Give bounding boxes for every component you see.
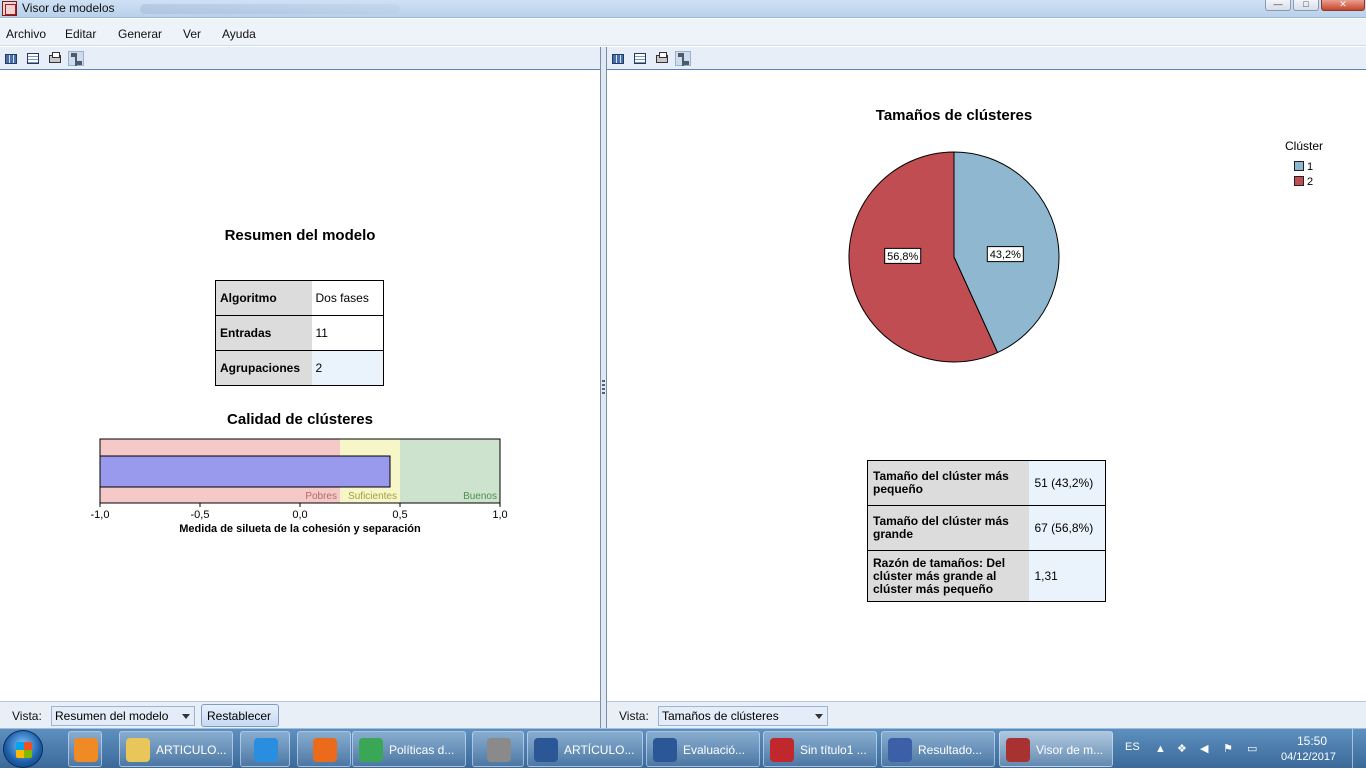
x-axis-label: Medida de silueta de la cohesión y separ…: [179, 523, 421, 535]
taskbar-button[interactable]: Políticas d...: [352, 731, 466, 767]
left-pane: Resumen del modelo Algoritmo Dos fases E…: [0, 47, 601, 728]
vista-select-value: Tamaños de clústeres: [662, 709, 779, 723]
sizes-key: Tamaño del clúster más grande: [867, 505, 1029, 551]
x-tick-label: 0,5: [392, 509, 407, 521]
maximize-button[interactable]: □: [1293, 0, 1319, 11]
taskbar-button[interactable]: [240, 731, 290, 767]
tray-expand-icon[interactable]: ▲: [1155, 743, 1167, 755]
vista-select-value: Resumen del modelo: [55, 709, 169, 723]
taskbar-button[interactable]: ARTICULO...: [119, 731, 233, 767]
vista-label: Vista:: [619, 709, 649, 723]
slice-label: 43,2%: [990, 249, 1021, 261]
sizes-value: 51 (43,2%): [1028, 460, 1106, 506]
sizes-value: 67 (56,8%): [1028, 505, 1106, 551]
blurred-title-text: [140, 4, 400, 14]
taskbar-button-label: Políticas d...: [389, 743, 455, 757]
clock-time[interactable]: 15:50: [1297, 734, 1327, 748]
volume-icon[interactable]: ◀: [1200, 743, 1212, 755]
clock-date[interactable]: 04/12/2017: [1281, 751, 1336, 763]
window-title: Visor de modelos: [22, 1, 115, 15]
vista-select[interactable]: Tamaños de clústeres: [658, 706, 828, 726]
sizes-key: Razón de tamaños: Del clúster más grande…: [867, 550, 1029, 602]
legend-item: 1: [1294, 161, 1313, 173]
spss-data-icon: [770, 738, 794, 762]
taskbar-button[interactable]: Resultado...: [881, 731, 995, 767]
reset-button[interactable]: Restablecer: [201, 704, 279, 727]
slice-label: 56,8%: [887, 251, 918, 263]
app-icon: [2, 1, 17, 16]
legend-label: 1: [1307, 161, 1314, 173]
quality-band-label: Suficientes: [348, 491, 397, 502]
vista-select[interactable]: Resumen del modelo: [51, 706, 195, 726]
show-desktop-button[interactable]: [1352, 729, 1366, 769]
chevron-down-icon: [182, 714, 190, 719]
sizes-table: Tamaño del clúster más pequeño 51 (43,2%…: [867, 460, 1106, 602]
menu-bar: Archivo Editar Generar Ver Ayuda: [0, 19, 1366, 46]
windows-logo-icon: [16, 742, 32, 758]
taskbar-button[interactable]: Visor de m...: [999, 731, 1113, 767]
taskbar-button-label: Evaluació...: [683, 743, 746, 757]
folder-icon: [126, 738, 150, 762]
start-button[interactable]: [3, 730, 43, 768]
taskbar: ARTICULO... Políticas d... ARTÍCULO... Eval…: [0, 728, 1366, 769]
sizes-value: 1,31: [1028, 550, 1106, 602]
legend-item: 2: [1294, 176, 1313, 188]
firefox-icon: [313, 738, 337, 762]
x-tick-label: -1,0: [91, 509, 110, 521]
internet-explorer-icon: [254, 738, 278, 762]
taskbar-button-label: Sin título1 ...: [800, 743, 867, 757]
menu-ver[interactable]: Ver: [183, 27, 201, 41]
taskbar-button-label: ARTICULO...: [156, 743, 227, 757]
network-icon[interactable]: ▭: [1247, 743, 1259, 755]
table-row: Tamaño del clúster más pequeño 51 (43,2%…: [867, 460, 1106, 506]
taskbar-button[interactable]: [297, 731, 351, 767]
close-button[interactable]: ✕: [1321, 0, 1365, 11]
x-tick-label: 1,0: [492, 509, 507, 521]
splitter-grip-icon[interactable]: [602, 380, 605, 394]
word-icon: [653, 738, 677, 762]
taskbar-button[interactable]: [68, 731, 102, 767]
quality-band-label: Buenos: [463, 491, 497, 502]
x-tick-label: -0,5: [191, 509, 210, 521]
flag-icon[interactable]: ⚑: [1223, 743, 1235, 755]
quality-band-label: Pobres: [305, 491, 337, 502]
menu-archivo[interactable]: Archivo: [6, 27, 46, 41]
taskbar-button-label: ARTÍCULO...: [564, 743, 635, 757]
menu-generar[interactable]: Generar: [118, 27, 162, 41]
minimize-button[interactable]: —: [1265, 0, 1291, 11]
right-bottom-bar: Vista: Tamaños de clústeres: [607, 701, 1366, 728]
model-viewer-icon: [1006, 738, 1030, 762]
table-row: Tamaño del clúster más grande 67 (56,8%): [867, 505, 1106, 551]
taskbar-button[interactable]: [472, 731, 524, 767]
cluster-sizes-pie: 43,2% 56,8%: [848, 151, 1060, 363]
spss-output-icon: [888, 738, 912, 762]
legend-swatch: [1294, 176, 1304, 186]
media-player-icon: [74, 738, 98, 762]
taskbar-button-label: Visor de m...: [1036, 743, 1104, 757]
taskbar-button-label: Resultado...: [918, 743, 983, 757]
taskbar-button[interactable]: Sin título1 ...: [763, 731, 877, 767]
vista-label: Vista:: [12, 709, 42, 723]
quality-chart: Pobres Suficientes Buenos -1,0 -0,5 0,0 0,5 1,0…: [91, 438, 508, 535]
sizes-key: Tamaño del clúster más pequeño: [867, 460, 1029, 506]
chevron-down-icon: [815, 714, 823, 719]
dropbox-icon[interactable]: ❖: [1177, 743, 1189, 755]
word-icon: [534, 738, 558, 762]
legend-label: 2: [1307, 176, 1314, 188]
taskbar-button[interactable]: ARTÍCULO...: [527, 731, 643, 767]
menu-ayuda[interactable]: Ayuda: [222, 27, 256, 41]
silhouette-bar: [99, 455, 391, 488]
title-bar: Visor de modelos — □ ✕: [0, 0, 1366, 18]
menu-editar[interactable]: Editar: [65, 27, 96, 41]
x-tick-label: 0,0: [292, 509, 307, 521]
legend-swatch: [1294, 161, 1304, 171]
table-row: Razón de tamaños: Del clúster más grande…: [867, 550, 1106, 602]
right-pane: Tamaños de clústeres 43,2% 56,8% Clúster …: [606, 47, 1366, 728]
taskbar-button[interactable]: Evaluació...: [646, 731, 760, 767]
language-indicator[interactable]: ES: [1125, 741, 1140, 753]
chrome-icon: [359, 738, 383, 762]
left-bottom-bar: Vista: Resumen del modelo Restablecer: [0, 701, 600, 728]
vs-icon: [487, 738, 511, 762]
legend-title: Clúster: [1285, 139, 1324, 153]
